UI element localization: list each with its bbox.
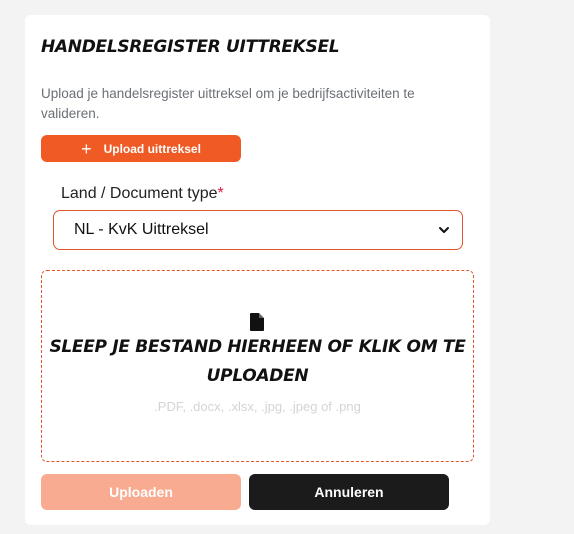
file-dropzone[interactable]: SLEEP JE BESTAND HIERHEEN OF KLIK OM TE … — [41, 270, 474, 462]
chevron-down-icon — [439, 227, 449, 233]
selected-document-type: NL - KvK Uittreksel — [74, 221, 209, 238]
upload-card: HANDELSREGISTER UITTREKSEL Upload je han… — [25, 15, 490, 525]
country-document-type-label: Land / Document type* — [61, 185, 224, 203]
country-document-type-select[interactable]: NL - KvK Uittreksel — [53, 210, 463, 250]
card-description: Upload je handelsregister uittreksel om … — [41, 86, 415, 121]
required-marker: * — [217, 185, 224, 202]
upload-extract-button[interactable]: + Upload uittreksel — [41, 135, 241, 162]
upload-extract-label: Upload uittreksel — [103, 141, 201, 156]
card-title: HANDELSREGISTER UITTREKSEL — [41, 37, 340, 57]
plus-icon: + — [81, 138, 92, 159]
country-document-type-text: Land / Document type — [61, 185, 218, 202]
file-icon — [250, 313, 264, 331]
dropzone-file-types: .PDF, .docx, .xlsx, .jpg, .jpeg of .png — [154, 399, 361, 414]
cancel-button[interactable]: Annuleren — [249, 474, 449, 510]
dropzone-title: SLEEP JE BESTAND HIERHEEN OF KLIK OM TE … — [49, 337, 466, 386]
submit-upload-button[interactable]: Uploaden — [41, 474, 241, 510]
